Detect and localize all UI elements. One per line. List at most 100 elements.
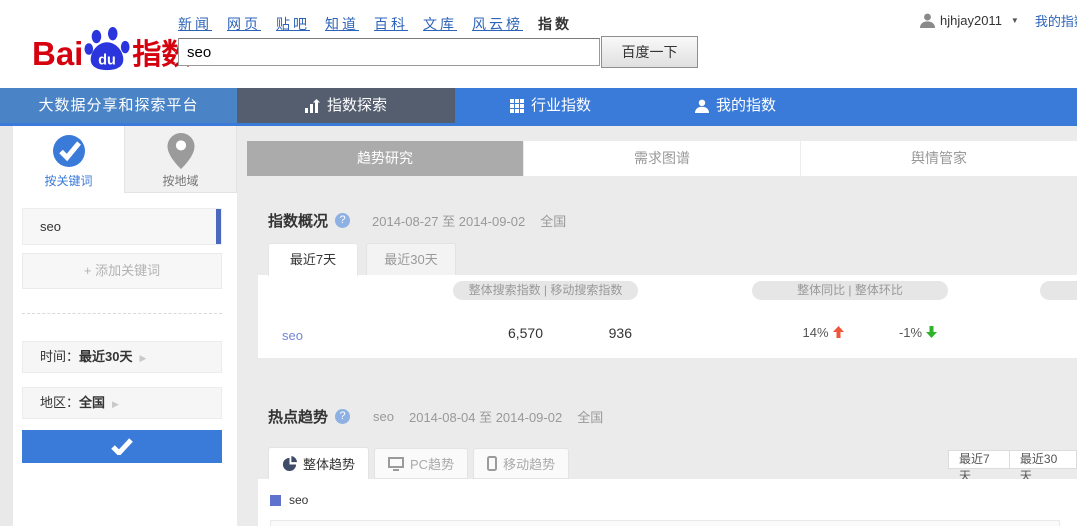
nav-current-zhishu: 指数 bbox=[538, 16, 572, 32]
overall-search-index-value: 6,570 bbox=[443, 325, 543, 341]
sidebar-divider bbox=[22, 313, 222, 314]
checkmark-icon bbox=[111, 438, 133, 455]
pie-chart-icon bbox=[282, 456, 297, 471]
mom-value: -1% bbox=[873, 325, 963, 340]
chart-legend: seo bbox=[270, 493, 308, 507]
keyword-item[interactable]: seo bbox=[22, 208, 222, 245]
monitor-icon bbox=[388, 457, 404, 471]
person-icon bbox=[695, 99, 709, 113]
my-index-link[interactable]: 我的指数 bbox=[1035, 11, 1077, 30]
trend-range-buttons: 最近7天 最近30天 bbox=[948, 450, 1077, 469]
help-icon[interactable]: ? bbox=[335, 409, 350, 424]
chevron-right-icon: ▶ bbox=[112, 399, 119, 409]
left-gutter bbox=[0, 126, 13, 526]
baidu-index-logo[interactable]: Bai du 指数 bbox=[32, 26, 190, 70]
sidebar-tab-by-keyword-label: 按关键词 bbox=[44, 174, 92, 188]
trend-keyword: seo bbox=[373, 409, 394, 424]
sidebar: 按关键词 按地域 seo + 添加关键词 时间：最近30天 ▶ 地区：全国 ▶ bbox=[13, 126, 237, 526]
overview-range-tabs: 最近7天 最近30天 bbox=[268, 243, 456, 276]
keyword-item-label: seo bbox=[23, 209, 221, 244]
time-filter-value: 最近30天 bbox=[79, 349, 132, 364]
tab-demand-graph[interactable]: 需求图谱 bbox=[523, 141, 800, 176]
chevron-right-icon: ▶ bbox=[139, 353, 146, 363]
keyword-item-active-bar bbox=[216, 209, 221, 244]
trend-tab-mobile-label: 移动趋势 bbox=[503, 454, 555, 473]
overview-title-row: 指数概况 ? 2014-08-27 至 2014-09-02 全国 bbox=[268, 210, 566, 231]
trend-tab-overall[interactable]: 整体趋势 bbox=[268, 447, 369, 479]
overview-region: 全国 bbox=[540, 211, 566, 230]
chart-area-edge bbox=[270, 520, 1060, 526]
column-header-compare: 整体同比 | 整体环比 bbox=[752, 281, 948, 300]
time-filter-label: 时间： bbox=[40, 349, 79, 364]
mobile-phone-icon bbox=[487, 456, 497, 471]
trend-tab-overall-label: 整体趋势 bbox=[303, 454, 355, 473]
mobile-search-index-value: 936 bbox=[542, 325, 632, 341]
platform-title: 大数据分享和探索平台 bbox=[0, 88, 237, 123]
check-circle-icon bbox=[51, 133, 87, 169]
region-filter-label: 地区： bbox=[40, 395, 79, 410]
trend-tab-mobile[interactable]: 移动趋势 bbox=[473, 448, 569, 479]
map-pin-icon bbox=[167, 133, 195, 169]
confirm-button[interactable] bbox=[22, 430, 222, 463]
navbar-tab-industry-label: 行业指数 bbox=[531, 88, 591, 123]
trend-tab-pc[interactable]: PC趋势 bbox=[374, 448, 468, 479]
user-dropdown-caret-icon[interactable]: ▼ bbox=[1011, 16, 1019, 25]
navbar-tab-explore[interactable]: 指数探索 bbox=[237, 88, 455, 123]
column-header-cut-off bbox=[1040, 281, 1077, 300]
navbar-tab-mine[interactable]: 我的指数 bbox=[695, 88, 776, 123]
research-tabs: 趋势研究 需求图谱 舆情管家 bbox=[247, 141, 1077, 176]
sidebar-tab-by-region-label: 按地域 bbox=[162, 174, 198, 188]
legend-swatch bbox=[270, 495, 281, 506]
time-filter[interactable]: 时间：最近30天 ▶ bbox=[22, 341, 222, 373]
arrow-up-icon bbox=[833, 326, 844, 338]
nav-link-web[interactable]: 网页 bbox=[227, 16, 261, 32]
navbar-tab-industry[interactable]: 行业指数 bbox=[510, 88, 591, 123]
overview-panel: 整体搜索指数 | 移动搜索指数 整体同比 | 整体环比 seo 6,570 93… bbox=[258, 275, 1077, 358]
bar-chart-icon bbox=[305, 99, 320, 113]
trend-button-last-30-days[interactable]: 最近30天 bbox=[1009, 450, 1077, 469]
baidu-paw-icon: du bbox=[84, 26, 130, 72]
navbar-tab-mine-label: 我的指数 bbox=[716, 88, 776, 123]
sidebar-tab-by-region[interactable]: 按地域 bbox=[124, 126, 237, 193]
overview-tab-last-7-days[interactable]: 最近7天 bbox=[268, 243, 358, 276]
nav-link-baike[interactable]: 百科 bbox=[374, 16, 408, 32]
primary-navbar: 大数据分享和探索平台 指数探索 行业指数 我的指数 bbox=[0, 88, 1077, 123]
search-input[interactable] bbox=[178, 38, 600, 66]
column-header-search-index: 整体搜索指数 | 移动搜索指数 bbox=[453, 281, 638, 300]
yoy-value: 14% bbox=[778, 325, 868, 340]
trend-tab-pc-label: PC趋势 bbox=[410, 454, 454, 473]
baidu-search-button[interactable]: 百度一下 bbox=[601, 36, 698, 68]
trend-button-last-7-days[interactable]: 最近7天 bbox=[948, 450, 1010, 469]
trend-panel: seo bbox=[258, 479, 1077, 526]
navbar-tab-explore-label: 指数探索 bbox=[327, 88, 387, 123]
top-navigation: 新闻网页贴吧知道百科文库风云榜指数 bbox=[178, 14, 572, 34]
overview-tab-last-30-days[interactable]: 最近30天 bbox=[366, 243, 456, 276]
main-content: 趋势研究 需求图谱 舆情管家 指数概况 ? 2014-08-27 至 2014-… bbox=[237, 126, 1077, 526]
grid-icon bbox=[510, 99, 524, 113]
sidebar-mode-tabs: 按关键词 按地域 bbox=[13, 126, 237, 193]
overview-row-keyword[interactable]: seo bbox=[282, 328, 303, 343]
nav-link-wenku[interactable]: 文库 bbox=[423, 16, 457, 32]
username[interactable]: hjhjay2011 bbox=[940, 13, 1002, 28]
overview-date-range: 2014-08-27 至 2014-09-02 bbox=[372, 211, 525, 230]
trend-section-title: 热点趋势 bbox=[268, 406, 328, 427]
logo-text-bai: Bai bbox=[32, 37, 83, 70]
arrow-down-icon bbox=[926, 326, 937, 338]
tab-sentiment-manager[interactable]: 舆情管家 bbox=[800, 141, 1077, 176]
region-filter-value: 全国 bbox=[79, 395, 105, 410]
sidebar-tab-by-keyword[interactable]: 按关键词 bbox=[13, 126, 124, 193]
tab-trend-research[interactable]: 趋势研究 bbox=[247, 141, 523, 176]
nav-link-fengyunbang[interactable]: 风云榜 bbox=[472, 16, 523, 32]
trend-title-row: 热点趋势 ? seo 2014-08-04 至 2014-09-02 全国 bbox=[268, 406, 603, 427]
baidu-index-page: Bai du 指数 新闻网页贴吧知道百科文库风云榜指数 百度一下 hjhjay2… bbox=[0, 0, 1077, 526]
nav-link-tieba[interactable]: 贴吧 bbox=[276, 16, 310, 32]
overview-section-title: 指数概况 bbox=[268, 210, 328, 231]
nav-link-news[interactable]: 新闻 bbox=[178, 16, 212, 32]
region-filter[interactable]: 地区：全国 ▶ bbox=[22, 387, 222, 419]
add-keyword-button[interactable]: + 添加关键词 bbox=[22, 253, 222, 289]
trend-region: 全国 bbox=[577, 407, 603, 426]
help-icon[interactable]: ? bbox=[335, 213, 350, 228]
svg-text:du: du bbox=[99, 52, 117, 68]
nav-link-zhidao[interactable]: 知道 bbox=[325, 16, 359, 32]
user-icon bbox=[920, 13, 935, 28]
